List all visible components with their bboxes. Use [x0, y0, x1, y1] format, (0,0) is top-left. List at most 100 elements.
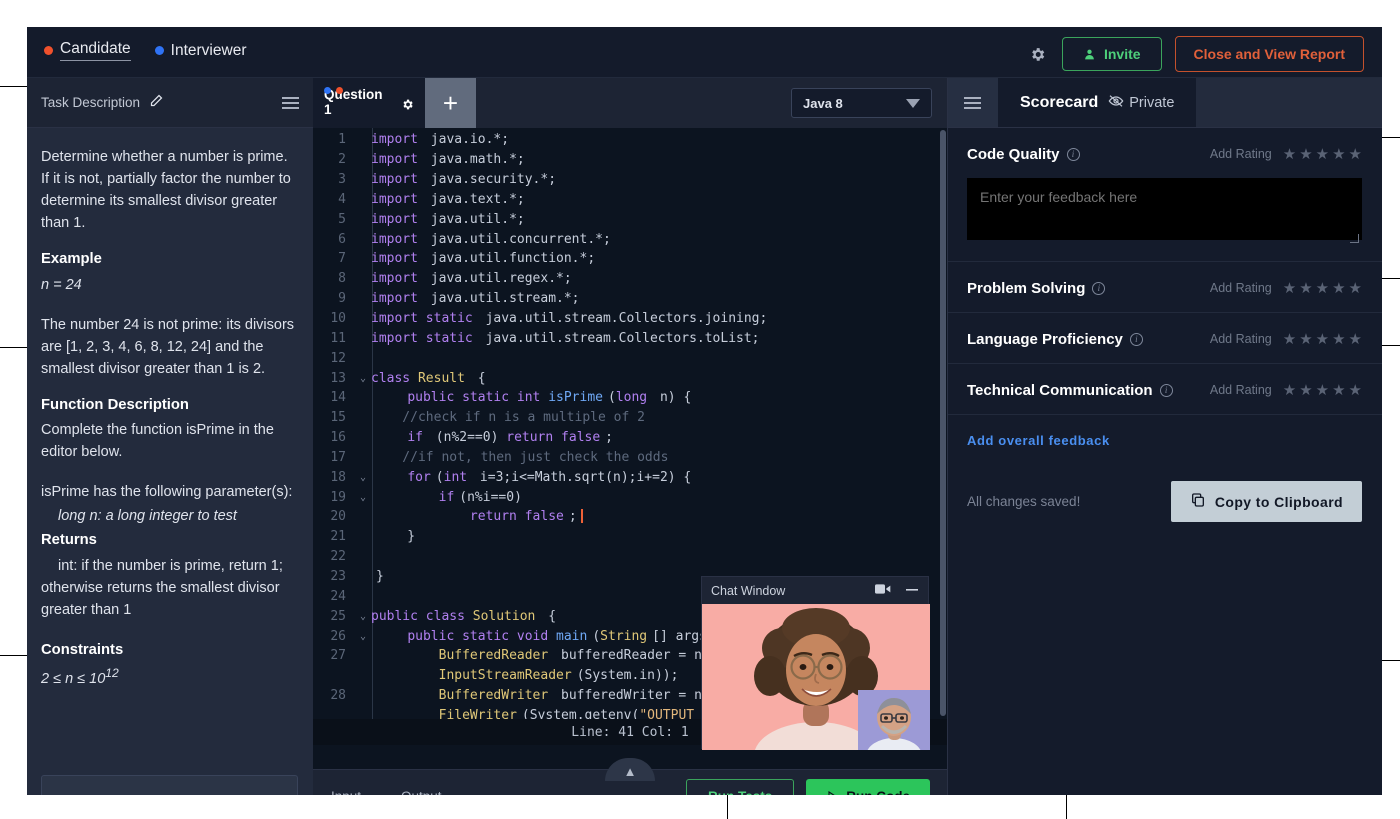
code-line: 18⌄ for(int i=3;i<=Math.sqrt(n);i+=2) { [313, 467, 947, 487]
scorecard-privacy: Private [1108, 94, 1174, 112]
rating-star[interactable]: ★ [1349, 145, 1362, 163]
rating-star[interactable]: ★ [1316, 279, 1329, 297]
task-params-intro: isPrime has the following parameter(s): [41, 481, 299, 503]
code-text: import static java.util.stream.Collector… [371, 331, 760, 346]
fold-toggle-icon[interactable]: ⌄ [355, 631, 371, 642]
line-number: 19 [313, 490, 355, 505]
fold-toggle-icon[interactable]: ⌄ [355, 472, 371, 483]
rating-star[interactable]: ★ [1316, 330, 1329, 348]
line-number: 1 [313, 132, 355, 147]
chat-video-area[interactable] [702, 604, 930, 750]
info-icon[interactable]: i [1160, 384, 1173, 397]
header-actions: Invite Close and View Report [1027, 36, 1364, 72]
rating-star[interactable]: ★ [1316, 145, 1329, 163]
info-icon[interactable]: i [1067, 148, 1080, 161]
rating-star[interactable]: ★ [1332, 279, 1345, 297]
invite-button[interactable]: Invite [1062, 37, 1162, 71]
eye-slash-icon [1108, 94, 1124, 112]
line-number: 28 [313, 688, 355, 703]
code-line: 22 [313, 547, 947, 567]
scorecard-footer: All changes saved! Copy to Clipboard [947, 448, 1382, 522]
rating-star[interactable]: ★ [1349, 330, 1362, 348]
rating-star[interactable]: ★ [1332, 381, 1345, 399]
rating-stars[interactable]: ★★★★★ [1283, 145, 1362, 163]
plus-icon: + [443, 90, 458, 116]
task-panel-menu-icon[interactable] [282, 97, 299, 109]
line-number: 21 [313, 529, 355, 544]
rating-star[interactable]: ★ [1332, 145, 1345, 163]
info-icon[interactable]: i [1092, 282, 1105, 295]
participant-video-pip[interactable] [858, 690, 930, 750]
task-description-body: Determine whether a number is prime. If … [27, 128, 313, 795]
scorecard-criterion-row: Language ProficiencyiAdd Rating★★★★★ [947, 313, 1382, 364]
fold-toggle-icon[interactable]: ⌄ [355, 611, 371, 622]
add-overall-feedback-link[interactable]: Add overall feedback [947, 415, 1382, 448]
frame-rule [727, 795, 728, 819]
code-line: 11import static java.util.stream.Collect… [313, 328, 947, 348]
fold-toggle-icon[interactable]: ⌄ [355, 373, 371, 384]
code-text: BufferedReader bufferedReader = ne [371, 648, 710, 663]
rating-star[interactable]: ★ [1299, 381, 1312, 399]
rating-star[interactable]: ★ [1283, 330, 1296, 348]
code-line: 15 //check if n is a multiple of 2 [313, 408, 947, 428]
language-selector[interactable]: Java 8 [791, 88, 932, 118]
run-tests-button[interactable]: Run Tests [686, 779, 794, 796]
rating-star[interactable]: ★ [1283, 381, 1296, 399]
frame-rule [1066, 795, 1067, 819]
code-text: } [371, 569, 384, 584]
add-rating-label: Add Rating [1210, 281, 1272, 295]
line-number: 13 [313, 371, 355, 386]
criterion-rating-group: Add Rating★★★★★ [1210, 279, 1362, 297]
copy-icon [1190, 492, 1206, 511]
tab-scorecard[interactable]: Scorecard Private [998, 78, 1196, 127]
role-tab-interviewer[interactable]: Interviewer [155, 42, 247, 63]
rating-stars[interactable]: ★★★★★ [1283, 279, 1362, 297]
top-header: Candidate Interviewer Invite [27, 27, 1382, 78]
scorecard-menu-icon[interactable] [947, 78, 998, 127]
rating-stars[interactable]: ★★★★★ [1283, 381, 1362, 399]
settings-gear-icon[interactable] [1027, 43, 1049, 65]
task-panel-title-group: Task Description [41, 93, 164, 113]
role-tab-candidate[interactable]: Candidate [44, 40, 131, 64]
line-number: 9 [313, 291, 355, 306]
rating-star[interactable]: ★ [1283, 145, 1296, 163]
edit-pencil-icon[interactable] [149, 93, 164, 113]
feedback-textarea[interactable] [967, 178, 1362, 240]
criterion-label-group: Problem Solving i [967, 280, 1105, 297]
question-tab-1[interactable]: Question 1 [313, 78, 425, 128]
rating-star[interactable]: ★ [1299, 330, 1312, 348]
info-icon[interactable]: i [1130, 333, 1143, 346]
close-and-view-report-button[interactable]: Close and View Report [1175, 36, 1364, 72]
minimize-icon[interactable] [905, 582, 919, 600]
rating-star[interactable]: ★ [1316, 381, 1329, 399]
rating-star[interactable]: ★ [1299, 279, 1312, 297]
line-number: 27 [313, 648, 355, 663]
rating-star[interactable]: ★ [1349, 381, 1362, 399]
criterion-name: Problem Solving [967, 280, 1085, 297]
criterion-label-group: Code Qualityi [967, 146, 1080, 163]
rating-star[interactable]: ★ [1349, 279, 1362, 297]
fold-toggle-icon[interactable]: ⌄ [355, 492, 371, 503]
rating-star[interactable]: ★ [1283, 279, 1296, 297]
rating-stars[interactable]: ★★★★★ [1283, 330, 1362, 348]
run-code-button[interactable]: Run Code [806, 779, 930, 796]
line-number: 2 [313, 152, 355, 167]
rating-star[interactable]: ★ [1332, 330, 1345, 348]
editor-vertical-scrollbar[interactable] [940, 130, 946, 716]
chat-window[interactable]: Chat Window [701, 576, 929, 749]
line-number: 15 [313, 410, 355, 425]
rating-star[interactable]: ★ [1299, 145, 1312, 163]
copy-to-clipboard-button[interactable]: Copy to Clipboard [1171, 481, 1362, 522]
copy-to-clipboard-label: Copy to Clipboard [1215, 494, 1343, 510]
line-number: 12 [313, 351, 355, 366]
play-icon [826, 790, 838, 796]
question-settings-gear-icon[interactable] [401, 98, 414, 116]
add-rating-label: Add Rating [1210, 383, 1272, 397]
task-function-heading: Function Description [41, 394, 299, 416]
code-text: import java.text.*; [371, 192, 525, 207]
interviewer-status-dot [155, 46, 164, 55]
video-camera-icon[interactable] [875, 582, 891, 600]
tab-output[interactable]: Output [401, 789, 442, 796]
tab-input[interactable]: Input [331, 789, 361, 796]
add-question-tab-button[interactable]: + [425, 78, 476, 128]
